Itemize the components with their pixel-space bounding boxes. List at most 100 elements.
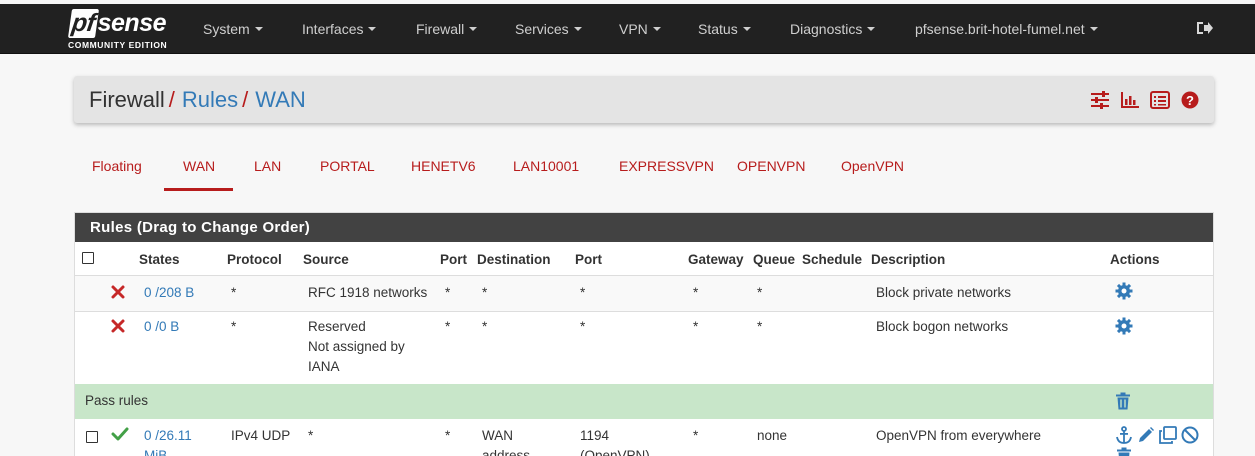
rule-states-link[interactable]: 0 /208 B [144, 283, 194, 303]
breadcrumb-toolbar: ? [1084, 91, 1200, 111]
rule-queue: * [757, 319, 763, 334]
nav-system[interactable]: System [203, 21, 263, 37]
rule-dest-port-line: 1194 [580, 428, 610, 443]
nav-firewall[interactable]: Firewall [416, 21, 478, 37]
caret-down-icon [368, 27, 377, 32]
rule-states-link[interactable]: MiB [144, 446, 167, 456]
tab-wan[interactable]: WAN [183, 158, 215, 174]
trash-icon[interactable] [1115, 447, 1133, 456]
rule-protocol: IPv4 UDP [231, 428, 291, 443]
rule-description: OpenVPN from everywhere [876, 428, 1042, 443]
rule-source: * [308, 428, 314, 443]
copy-icon[interactable] [1159, 426, 1177, 444]
nav-services[interactable]: Services [515, 21, 582, 37]
row-divider [75, 311, 1213, 312]
nav-vpn[interactable]: VPN [619, 21, 661, 37]
nav-interfaces[interactable]: Interfaces [302, 21, 377, 37]
select-all-checkbox[interactable] [82, 252, 94, 264]
caret-down-icon [867, 27, 876, 32]
col-port[interactable]: Port [440, 252, 467, 267]
nav-status[interactable]: Status [698, 21, 751, 37]
rule-source-line: Not assigned by [308, 339, 405, 354]
caret-down-icon [573, 27, 582, 32]
nav-diagnostics[interactable]: Diagnostics [790, 21, 876, 37]
breadcrumb-firewall: Firewall [89, 87, 165, 112]
rule-states-link[interactable]: 0 /0 B [144, 317, 179, 337]
rule-port: * [445, 428, 451, 443]
top-navbar: pfsense COMMUNITY EDITION System Interfa… [0, 4, 1255, 54]
rule-description: Block bogon networks [876, 319, 1009, 334]
breadcrumb-separator: / [242, 87, 249, 112]
col-states[interactable]: States [139, 252, 180, 267]
rule-gateway: * [693, 319, 699, 334]
rule-states-link[interactable]: 0 /26.11 [144, 426, 192, 446]
sliders-icon[interactable] [1090, 91, 1110, 110]
breadcrumb-wan-link[interactable]: WAN [255, 87, 306, 112]
rules-panel: Rules (Drag to Change Order) States Prot… [74, 212, 1214, 456]
active-tab-indicator [164, 188, 233, 191]
col-queue[interactable]: Queue [753, 252, 795, 267]
rule-queue: * [757, 285, 763, 300]
breadcrumb-separator: / [168, 87, 175, 112]
caret-down-icon [469, 27, 478, 32]
rule-checkbox[interactable] [86, 431, 98, 443]
rule-port: * [445, 285, 451, 300]
tab-openvpn[interactable]: OpenVPN [841, 158, 904, 174]
rule-source-line: Reserved [308, 319, 366, 334]
rule-dest-port: * [580, 285, 586, 300]
rule-destination-line: WAN [482, 428, 513, 443]
logout-icon[interactable] [1195, 19, 1213, 37]
caret-down-icon [652, 27, 661, 32]
col-gateway[interactable]: Gateway [688, 252, 744, 267]
tab-lan10001[interactable]: LAN10001 [513, 158, 579, 174]
gear-icon[interactable] [1115, 317, 1133, 335]
separator-label: Pass rules [85, 393, 149, 408]
help-icon[interactable]: ? [1180, 91, 1200, 109]
tab-expressvpn[interactable]: EXPRESSVPN [619, 158, 714, 174]
tab-henetv6[interactable]: HENETV6 [411, 158, 476, 174]
gear-icon[interactable] [1115, 282, 1133, 300]
pfsense-logo[interactable]: pfsense COMMUNITY EDITION [67, 9, 178, 51]
block-icon [111, 319, 125, 333]
col-dest-port[interactable]: Port [575, 252, 602, 267]
col-protocol[interactable]: Protocol [227, 252, 282, 267]
rule-destination: * [482, 319, 488, 334]
logo-wordmark: pfsense [67, 9, 167, 38]
tab-floating[interactable]: Floating [92, 158, 142, 174]
list-icon[interactable] [1150, 91, 1171, 110]
rule-source: RFC 1918 networks [308, 285, 428, 300]
pencil-icon[interactable] [1137, 426, 1155, 444]
table-row[interactable] [75, 276, 1213, 311]
edition-label: COMMUNITY EDITION [68, 40, 168, 50]
col-destination[interactable]: Destination [477, 252, 551, 267]
rule-gateway: * [693, 428, 699, 443]
rule-destination: * [482, 285, 488, 300]
rule-dest-port: * [580, 319, 586, 334]
rule-gateway: * [693, 285, 699, 300]
col-description[interactable]: Description [871, 252, 945, 267]
rule-dest-port-line: (OpenVPN) [580, 448, 650, 456]
disable-icon[interactable] [1181, 426, 1199, 444]
rule-port: * [445, 319, 451, 334]
breadcrumb-panel: Firewall / Rules / WAN ? [74, 76, 1214, 123]
breadcrumb: Firewall / Rules / WAN [89, 87, 306, 113]
bar-chart-icon[interactable] [1120, 91, 1140, 109]
tab-openvpn-upper[interactable]: OPENVPN [737, 158, 805, 174]
rule-source-line: IANA [308, 359, 340, 374]
anchor-icon[interactable] [1115, 426, 1133, 444]
rule-queue: none [757, 428, 788, 443]
caret-down-icon [1089, 27, 1098, 32]
rule-separator[interactable]: Pass rules [75, 384, 1213, 419]
breadcrumb-rules-link[interactable]: Rules [182, 87, 238, 112]
rule-description: Block private networks [876, 285, 1012, 300]
trash-icon[interactable] [1114, 392, 1132, 410]
tab-lan[interactable]: LAN [254, 158, 281, 174]
nav-hostname[interactable]: pfsense.brit-hotel-fumel.net [915, 21, 1098, 37]
rule-destination-line: address [482, 448, 531, 456]
tab-portal[interactable]: PORTAL [320, 158, 375, 174]
svg-text:?: ? [1186, 93, 1194, 108]
rule-protocol: * [231, 319, 237, 334]
col-source[interactable]: Source [303, 252, 349, 267]
block-icon [111, 285, 125, 299]
col-schedule[interactable]: Schedule [802, 252, 862, 267]
